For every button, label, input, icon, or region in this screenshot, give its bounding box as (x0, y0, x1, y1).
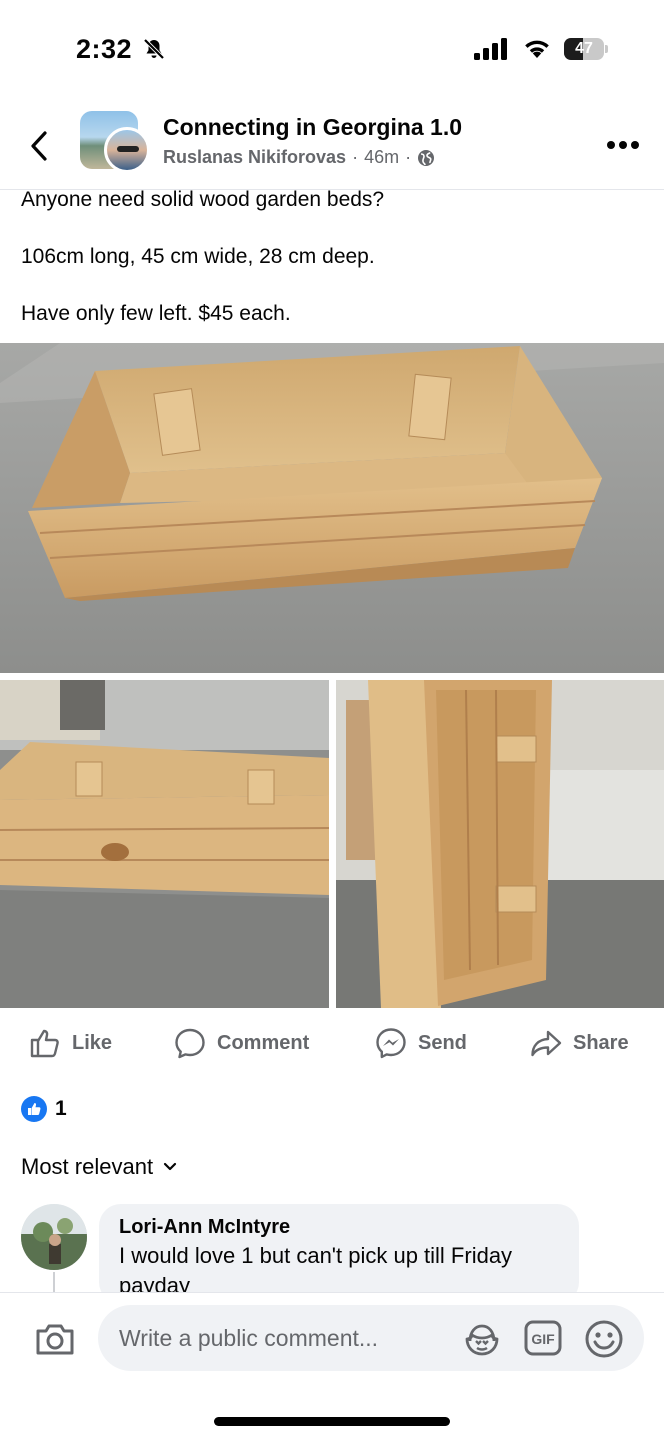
comment-author[interactable]: Lori-Ann McIntyre (119, 1216, 559, 1239)
like-label: Like (72, 1031, 113, 1054)
gif-icon[interactable]: GIF (524, 1320, 562, 1356)
share-button[interactable]: Share (529, 1026, 629, 1060)
home-indicator[interactable] (214, 1417, 450, 1426)
bell-muted-icon (143, 38, 165, 60)
wifi-icon (525, 40, 549, 58)
comment-input[interactable]: Write a public comment... GIF (98, 1305, 644, 1371)
post-line: Have only few left. $45 each. (21, 302, 291, 325)
comment-placeholder: Write a public comment... (119, 1325, 379, 1351)
group-avatar[interactable] (80, 111, 150, 173)
emoji-icon[interactable] (584, 1319, 624, 1359)
comment-sort-selector[interactable]: Most relevant (21, 1154, 177, 1180)
garden-bed-photo-side (0, 680, 329, 1008)
meta-separator: · (405, 147, 412, 167)
send-label: Send (418, 1031, 467, 1054)
cellular-signal-icon (474, 38, 507, 60)
post-header: Connecting in Georgina 1.0 Ruslanas Niki… (0, 100, 664, 190)
battery-level: 47 (575, 40, 593, 57)
status-time: 2:32 (76, 34, 133, 64)
post-photo-3[interactable] (336, 680, 664, 1008)
commenter-avatar[interactable] (21, 1204, 87, 1270)
comment-button[interactable]: Comment (173, 1026, 309, 1060)
garden-bed-photo (0, 343, 664, 673)
post-meta: Ruslanas Nikiforovas · 46m · (163, 147, 435, 168)
author-name[interactable]: Ruslanas Nikiforovas (163, 147, 346, 168)
post-line: Anyone need solid wood garden beds? (21, 188, 385, 211)
status-bar: 2:32 47 (0, 0, 664, 100)
post-body: Anyone need solid wood garden beds? 106c… (21, 186, 641, 357)
post-photo-main[interactable] (0, 343, 664, 673)
avatar-sticker-icon[interactable] (462, 1319, 502, 1357)
meta-separator: · (352, 147, 359, 167)
messenger-icon (376, 1028, 406, 1059)
back-chevron-icon[interactable] (26, 128, 52, 164)
reaction-count: 1 (55, 1097, 67, 1120)
like-button[interactable]: Like (28, 1026, 112, 1060)
thumbs-up-icon (30, 1029, 59, 1058)
gif-label: GIF (531, 1331, 555, 1347)
more-options-icon[interactable] (606, 140, 640, 150)
post-photo-2[interactable] (0, 680, 329, 1008)
sort-label: Most relevant (21, 1154, 154, 1179)
garden-bed-photo-upright (336, 680, 664, 1008)
comment-bubble-icon (175, 1028, 205, 1059)
share-arrow-icon (531, 1030, 562, 1057)
battery-indicator: 47 (564, 38, 608, 60)
author-avatar (104, 127, 150, 173)
send-button[interactable]: Send (374, 1026, 467, 1060)
post-time: 46m (364, 147, 400, 167)
reaction-summary[interactable]: 1 (21, 1096, 67, 1122)
globe-icon (418, 149, 435, 166)
group-name[interactable]: Connecting in Georgina 1.0 (163, 114, 462, 141)
camera-icon[interactable] (34, 1321, 76, 1357)
post-line: 106cm long, 45 cm wide, 28 cm deep. (21, 245, 375, 268)
like-reaction-icon (21, 1096, 47, 1122)
chevron-down-icon (163, 1162, 177, 1171)
comment-label: Comment (217, 1031, 310, 1054)
comment-bubble[interactable]: Lori-Ann McIntyre I would love 1 but can… (99, 1204, 579, 1304)
share-label: Share (573, 1031, 629, 1054)
post-actions: Like Comment Send Share (0, 1014, 664, 1072)
